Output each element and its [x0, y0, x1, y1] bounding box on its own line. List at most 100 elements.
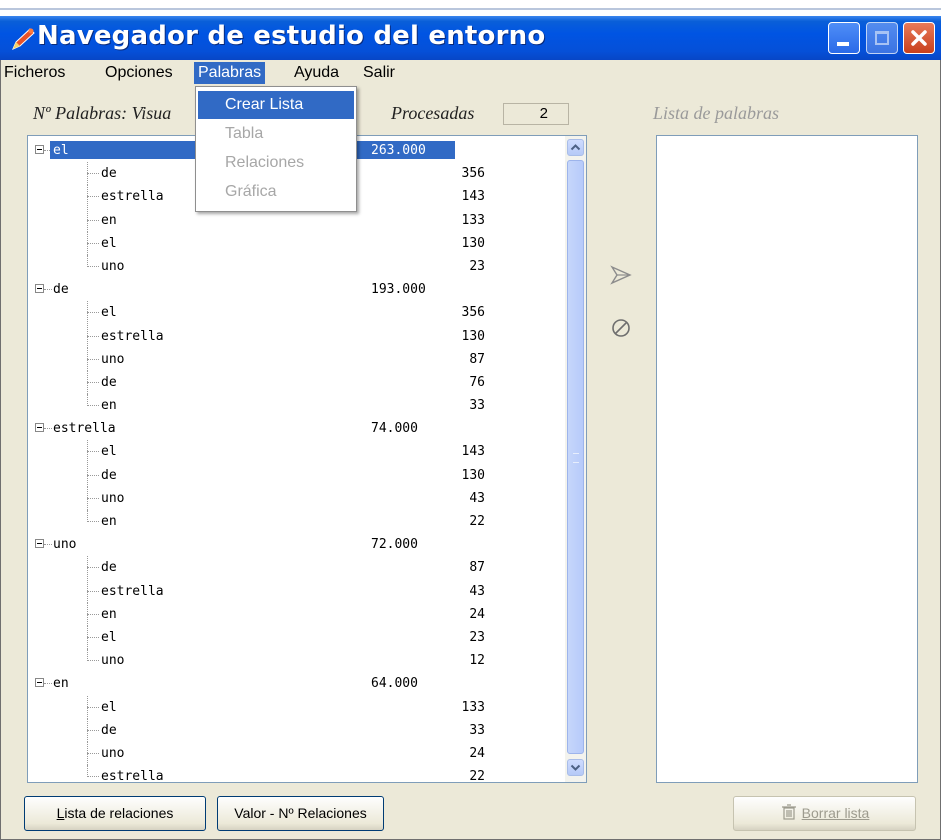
menu-crear-lista[interactable]: Crear Lista: [198, 91, 354, 119]
tree-child-word: en: [101, 398, 117, 414]
tree-child-node[interactable]: de 76: [28, 370, 565, 394]
collapse-icon[interactable]: [35, 539, 44, 549]
tree-child-word: uno: [101, 490, 125, 506]
tree-child-node[interactable]: el 130: [28, 231, 565, 255]
tree-connector: [87, 636, 99, 638]
tree-connector: [44, 544, 52, 546]
tree-child-node[interactable]: uno 87: [28, 347, 565, 371]
tree-child-word: de: [101, 374, 117, 390]
window-title: Navegador de estudio del entorno: [37, 21, 546, 51]
minimize-button[interactable]: [828, 22, 860, 54]
tree-child-count: 130: [461, 235, 485, 251]
menu-salir[interactable]: Salir: [359, 62, 399, 84]
tree-child-count: 87: [469, 351, 485, 367]
tree-child-word: el: [101, 444, 117, 460]
tree-child-node[interactable]: en 133: [28, 208, 565, 232]
processed-label: Procesadas: [391, 103, 475, 123]
word-list-label: Lista de palabras: [653, 103, 780, 123]
tree-child-count: 12: [469, 653, 485, 669]
tree-connector: [87, 752, 99, 754]
tree-scrollbar[interactable]: [565, 136, 586, 782]
tree-child-node[interactable]: estrella 130: [28, 324, 565, 348]
tree-child-count: 24: [469, 745, 485, 761]
menu-tabla[interactable]: Tabla: [198, 120, 354, 148]
maximize-icon: [875, 31, 889, 45]
maximize-button[interactable]: [866, 22, 898, 54]
tree-child-node[interactable]: el 133: [28, 695, 565, 719]
tree-child-node[interactable]: de 130: [28, 463, 565, 487]
menu-relaciones[interactable]: Relaciones: [198, 149, 354, 177]
tree-node[interactable]: uno 72.000: [28, 533, 565, 556]
collapse-icon[interactable]: [35, 423, 44, 433]
minimize-icon: [837, 42, 849, 46]
app-window: Navegador de estudio del entorno Fichero…: [0, 0, 941, 840]
tree-child-count: 22: [469, 514, 485, 529]
tree-child-word: de: [101, 166, 117, 182]
tree-child-node[interactable]: el 356: [28, 301, 565, 325]
tree-node[interactable]: en 64.000: [28, 672, 565, 695]
tree-node-count: 74.000: [371, 421, 418, 437]
tree-child-node[interactable]: en 33: [28, 394, 565, 417]
tree-node-word: uno: [53, 537, 77, 553]
trash-icon: [781, 804, 796, 820]
tree-child-node[interactable]: en 22: [28, 510, 565, 533]
send-to-list-icon[interactable]: [608, 262, 634, 288]
tree-child-node[interactable]: en 24: [28, 602, 565, 626]
tree-child-node[interactable]: uno 43: [28, 486, 565, 510]
tree-child-word: uno: [101, 351, 125, 367]
tree-child-count: 130: [461, 328, 485, 344]
grip-icon: [573, 453, 579, 463]
word-list-box[interactable]: [656, 135, 918, 783]
tree-child-node[interactable]: el 23: [28, 625, 565, 649]
relations-value-button[interactable]: Valor - Nº Relaciones: [217, 796, 384, 831]
tree-child-count: 133: [461, 699, 485, 715]
tree-child-node[interactable]: uno 23: [28, 254, 565, 278]
collapse-icon[interactable]: [35, 678, 44, 688]
tree-connector: [87, 265, 99, 267]
tree-connector: [87, 312, 99, 314]
menu-grafica[interactable]: Gráfica: [198, 178, 354, 206]
tree-node[interactable]: de 193.000: [28, 278, 565, 301]
tree-connector: [87, 335, 99, 337]
tree-child-node[interactable]: uno 12: [28, 649, 565, 672]
tree-node-word: de: [53, 282, 69, 298]
tree-child-node[interactable]: uno 24: [28, 741, 565, 765]
tree-connector: [87, 521, 99, 522]
words-count-label: Nº Palabras: Visua: [33, 103, 172, 123]
tree-connector: [87, 729, 99, 731]
desktop-strip: [0, 0, 941, 16]
scroll-thumb[interactable]: [567, 160, 584, 754]
tree-connector: [87, 242, 99, 244]
tree-node-count: 72.000: [371, 537, 418, 553]
tree-child-node[interactable]: estrella 22: [28, 765, 565, 782]
tree-connector: [87, 497, 99, 499]
menu-ayuda[interactable]: Ayuda: [290, 62, 343, 84]
word-tree-view[interactable]: el 263.000 de 356 estrella 143 en 133 el 130 uno 23…: [27, 135, 587, 783]
clear-list-button[interactable]: Borrar lista: [733, 796, 916, 831]
tree-connector: [87, 660, 99, 662]
menu-palabras[interactable]: Palabras: [194, 62, 266, 84]
close-button[interactable]: [903, 22, 935, 54]
tree-child-node[interactable]: el 143: [28, 440, 565, 464]
tree-child-count: 24: [469, 606, 485, 622]
tree-rows: el 263.000 de 356 estrella 143 en 133 el 130 uno 23…: [28, 139, 565, 782]
tree-child-count: 356: [461, 305, 485, 321]
cancel-icon[interactable]: [608, 315, 634, 341]
tree-child-node[interactable]: de 33: [28, 718, 565, 742]
collapse-icon[interactable]: [35, 145, 44, 154]
tree-connector: [87, 567, 99, 569]
tree-child-node[interactable]: de 87: [28, 556, 565, 580]
tree-connector: [87, 590, 99, 592]
menu-opciones[interactable]: Opciones: [101, 62, 177, 84]
scroll-down-button[interactable]: [567, 759, 584, 776]
tree-connector: [44, 428, 52, 430]
tree-connector: [87, 451, 99, 453]
tree-child-node[interactable]: estrella 43: [28, 579, 565, 603]
tree-node[interactable]: estrella 74.000: [28, 417, 565, 440]
menu-ficheros[interactable]: Ficheros: [0, 62, 69, 84]
relations-list-button[interactable]: Lista de relaciones: [24, 796, 206, 831]
collapse-icon[interactable]: [35, 284, 44, 294]
tree-child-count: 130: [461, 467, 485, 483]
scroll-up-button[interactable]: [567, 139, 584, 156]
tree-connector: [44, 289, 52, 291]
